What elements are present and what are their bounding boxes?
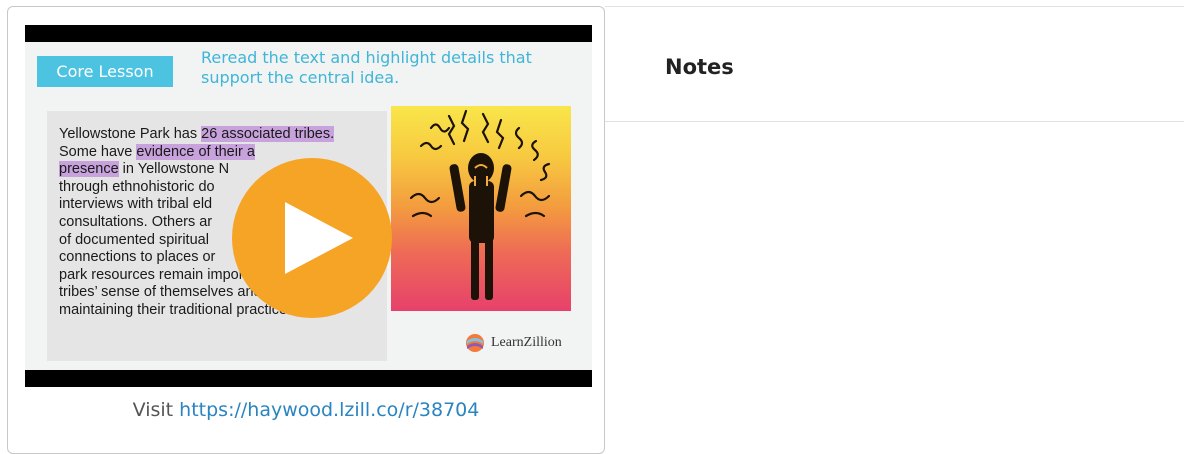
highlight: 26 associated tribes. — [201, 126, 335, 142]
learnzillion-icon — [466, 334, 484, 352]
visit-line: Visit https://haywood.lzill.co/r/38704 — [8, 399, 604, 421]
visit-prefix: Visit — [132, 399, 180, 421]
highlight: evidence of their a — [136, 143, 255, 160]
lesson-link[interactable]: https://haywood.lzill.co/r/38704 — [179, 399, 479, 421]
lesson-video-card: Core Lesson Reread the text and highligh… — [7, 6, 605, 454]
notes-panel: Notes — [605, 6, 1184, 122]
play-icon — [285, 202, 353, 274]
highlight: presence — [59, 161, 119, 178]
tribal-artwork-image — [391, 106, 571, 311]
notes-title: Notes — [665, 55, 734, 79]
play-button[interactable] — [232, 158, 392, 318]
video-player[interactable]: Core Lesson Reread the text and highligh… — [25, 25, 592, 387]
core-lesson-tag: Core Lesson — [37, 56, 173, 87]
logo-text: LearnZillion — [491, 335, 562, 350]
learnzillion-logo: LearnZillion — [465, 332, 562, 354]
slide-instruction: Reread the text and highlight details th… — [201, 48, 532, 87]
